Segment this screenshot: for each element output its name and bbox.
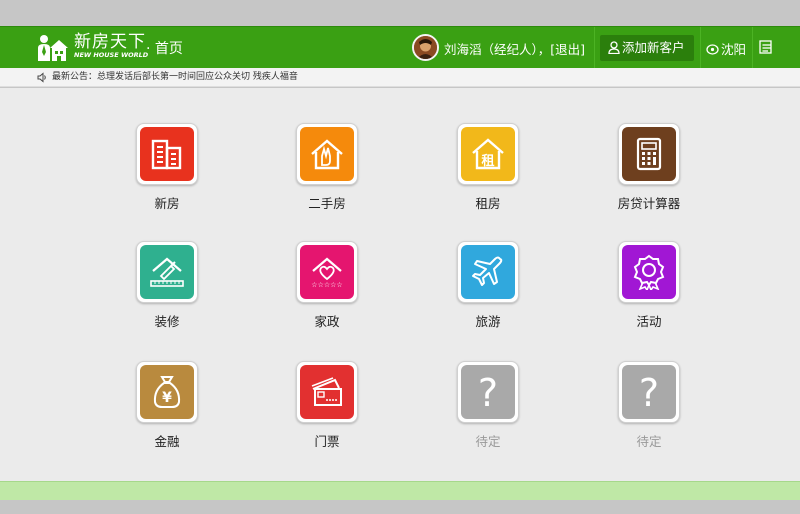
tile-label: 门票 bbox=[314, 434, 340, 449]
tile-icon-bg bbox=[622, 127, 676, 181]
announcement-text[interactable]: 最新公告：总理发话后部长第一时间回应公众关切 残疾人福音 bbox=[52, 72, 298, 82]
svg-text:租: 租 bbox=[481, 154, 494, 169]
rent-house-icon: 租 bbox=[472, 138, 504, 170]
avatar-image bbox=[414, 36, 437, 59]
tile-label: 家政 bbox=[314, 314, 340, 329]
divider bbox=[752, 27, 753, 69]
building-icon bbox=[151, 139, 182, 170]
hand-house-icon bbox=[311, 139, 343, 170]
top-strip bbox=[0, 0, 800, 26]
tile-icon-bg bbox=[461, 245, 515, 299]
tile-frame: ☆☆☆☆☆ bbox=[296, 241, 358, 303]
menu-icon[interactable] bbox=[758, 39, 774, 55]
speaker-icon bbox=[37, 72, 46, 83]
calculator-icon bbox=[636, 137, 662, 171]
airplane-icon bbox=[472, 256, 503, 286]
tile-icon-bg bbox=[140, 127, 194, 181]
tile-frame: ? bbox=[618, 361, 680, 423]
tile-icon-bg: ? bbox=[622, 365, 676, 419]
question-icon: ? bbox=[639, 372, 659, 412]
tile-icon-bg: ☆☆☆☆☆ bbox=[300, 245, 354, 299]
tile-mortgage-calculator[interactable]: 房贷计算器 bbox=[589, 123, 709, 212]
tile-icon-bg: 租 bbox=[461, 127, 515, 181]
add-customer-label: 添加新客户 bbox=[622, 40, 685, 55]
announcement-prefix: 最新公告： bbox=[52, 72, 98, 82]
housekeeping-icon: ☆☆☆☆☆ bbox=[311, 257, 343, 289]
tile-icon-bg bbox=[622, 245, 676, 299]
tile-label: 租房 bbox=[475, 196, 501, 211]
brand-english: NEW HOUSE WORLD bbox=[74, 51, 149, 59]
tile-frame bbox=[136, 241, 198, 303]
logout-link[interactable]: [退出] bbox=[550, 42, 585, 57]
tile-label: 金融 bbox=[154, 434, 180, 449]
tile-frame bbox=[618, 241, 680, 303]
tile-frame bbox=[457, 241, 519, 303]
tile-label: 活动 bbox=[636, 314, 662, 329]
tile-pending-1[interactable]: ? 待定 bbox=[428, 361, 548, 450]
tile-label: 待定 bbox=[475, 434, 501, 449]
tile-label: 新房 bbox=[154, 196, 180, 211]
tile-activity[interactable]: 活动 bbox=[589, 241, 709, 330]
tile-frame bbox=[618, 123, 680, 185]
svg-text:?: ? bbox=[639, 372, 659, 412]
tile-rent[interactable]: 租 租房 bbox=[428, 123, 548, 212]
svg-text:¥: ¥ bbox=[162, 390, 172, 406]
tile-tickets[interactable]: 门票 bbox=[267, 361, 387, 450]
page-title-text: 首页 bbox=[154, 41, 183, 57]
tile-frame: ¥ bbox=[136, 361, 198, 423]
user-info: 刘海滔（经纪人），[退出] bbox=[444, 39, 585, 58]
main-grid: 新房 二手房 租 租房 房贷计算器 装修 ☆☆☆☆☆ 家政 旅游 活动 ¥ 金融… bbox=[0, 88, 800, 481]
tile-label: 装修 bbox=[154, 314, 180, 329]
tile-pending-2[interactable]: ? 待定 bbox=[589, 361, 709, 450]
tile-icon-bg bbox=[140, 245, 194, 299]
user-add-icon bbox=[608, 41, 620, 55]
tile-icon-bg bbox=[300, 127, 354, 181]
city-selector[interactable]: 沈阳 bbox=[706, 39, 746, 58]
page-title: · 首页 bbox=[146, 41, 183, 57]
tile-second-hand[interactable]: 二手房 bbox=[267, 123, 387, 212]
footer-bar bbox=[0, 481, 800, 500]
tile-icon-bg bbox=[300, 365, 354, 419]
announcement-bar: 最新公告：总理发话后部长第一时间回应公众关切 残疾人福音 bbox=[0, 68, 800, 87]
add-customer-button[interactable]: 添加新客户 bbox=[600, 35, 694, 61]
tile-icon-bg: ? bbox=[461, 365, 515, 419]
tile-label: 待定 bbox=[636, 434, 662, 449]
tile-label: 房贷计算器 bbox=[617, 196, 681, 211]
tile-frame: 租 bbox=[457, 123, 519, 185]
tile-renovation[interactable]: 装修 bbox=[107, 241, 227, 330]
tile-finance[interactable]: ¥ 金融 bbox=[107, 361, 227, 450]
tile-frame bbox=[136, 123, 198, 185]
divider bbox=[594, 27, 595, 69]
ticket-icon bbox=[311, 377, 342, 406]
tile-icon-bg: ¥ bbox=[140, 365, 194, 419]
tile-frame: ? bbox=[457, 361, 519, 423]
brand-name: 新房天下 bbox=[74, 32, 146, 52]
tile-new-house[interactable]: 新房 bbox=[107, 123, 227, 212]
header-bar: 新房天下 NEW HOUSE WORLD · 首页 刘海滔（经纪人），[退出] … bbox=[0, 26, 800, 69]
svg-text:?: ? bbox=[478, 372, 498, 412]
tile-label: 二手房 bbox=[308, 196, 346, 211]
avatar[interactable] bbox=[412, 34, 439, 61]
tile-label: 旅游 bbox=[475, 314, 501, 329]
brand: 新房天下 NEW HOUSE WORLD bbox=[74, 33, 148, 59]
tile-travel[interactable]: 旅游 bbox=[428, 241, 548, 330]
tile-frame bbox=[296, 361, 358, 423]
divider bbox=[700, 27, 701, 69]
tile-frame bbox=[296, 123, 358, 185]
city-label: 沈阳 bbox=[721, 42, 747, 57]
question-icon: ? bbox=[478, 372, 498, 412]
badge-icon bbox=[633, 254, 665, 290]
bottom-strip bbox=[0, 500, 800, 514]
logo-icon bbox=[38, 35, 68, 61]
location-icon bbox=[706, 44, 719, 55]
user-name: 刘海滔（经纪人）， bbox=[444, 42, 551, 57]
money-bag-icon: ¥ bbox=[153, 376, 181, 408]
announcement-body: 总理发话后部长第一时间回应公众关切 残疾人福音 bbox=[97, 72, 298, 82]
svg-text:☆☆☆☆☆: ☆☆☆☆☆ bbox=[311, 281, 342, 289]
tile-housekeeping[interactable]: ☆☆☆☆☆ 家政 bbox=[267, 241, 387, 330]
renovation-icon bbox=[150, 257, 184, 287]
